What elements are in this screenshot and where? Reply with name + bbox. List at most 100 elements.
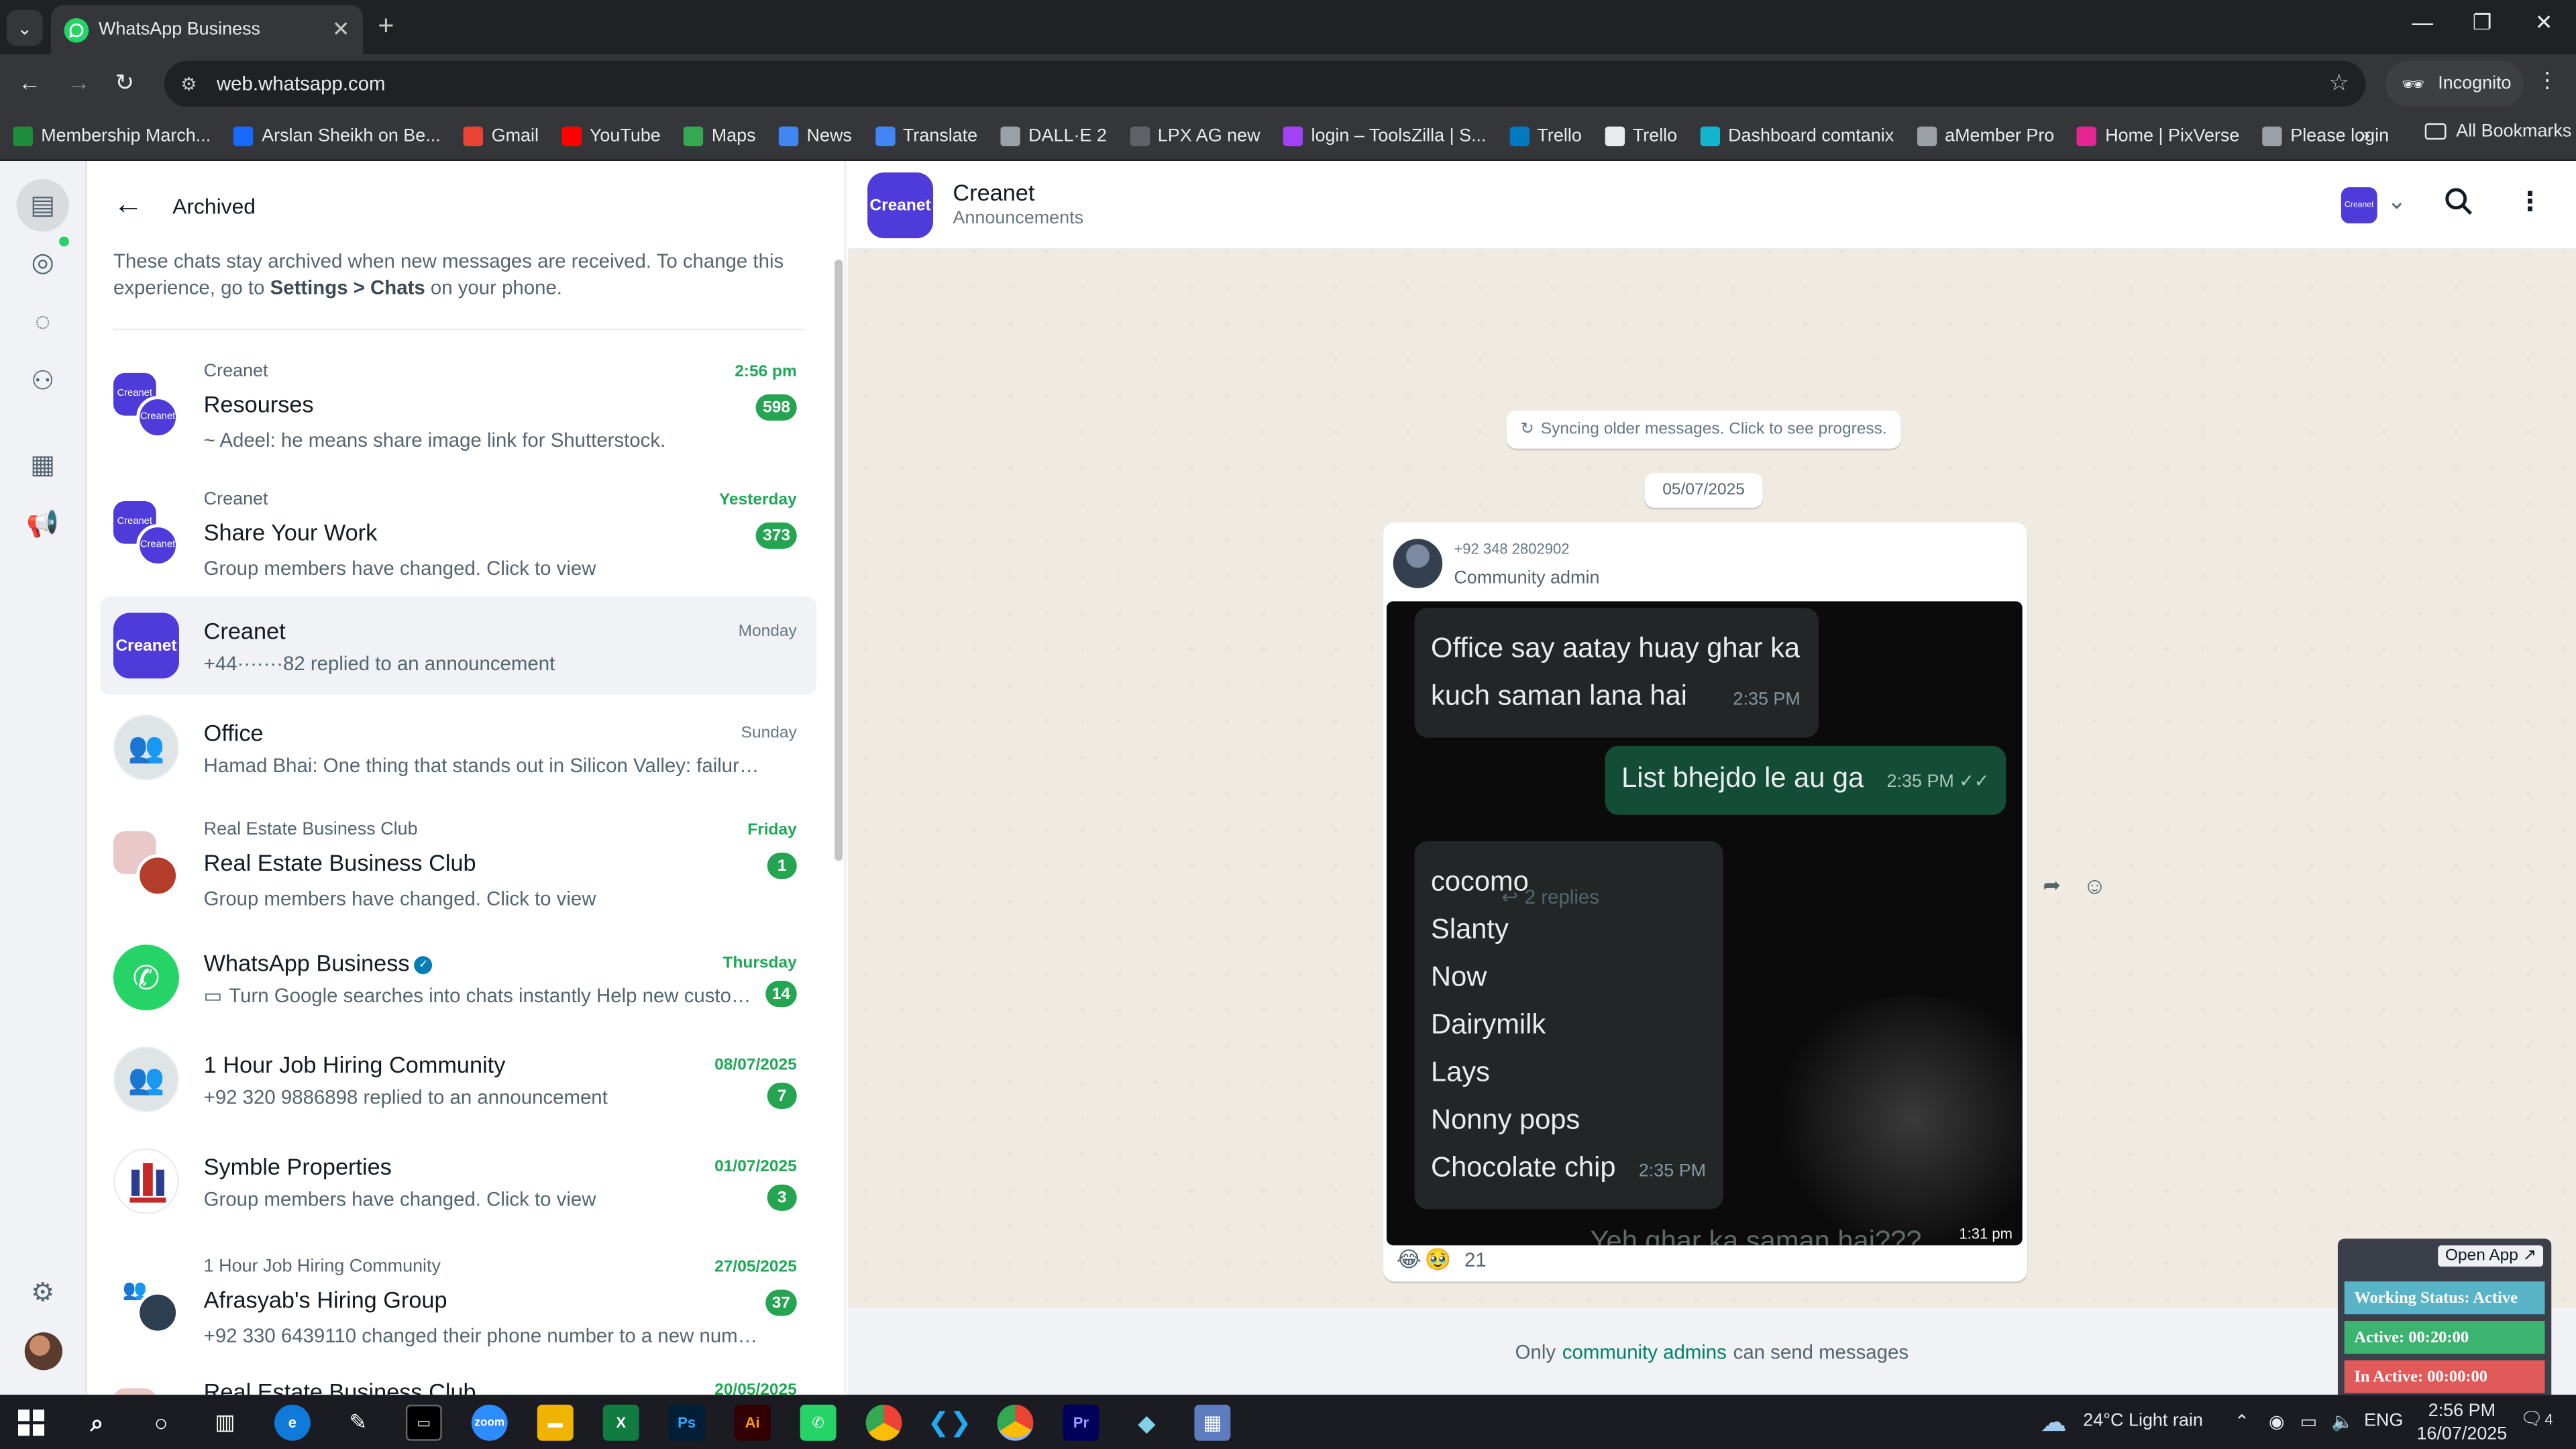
task-view-icon[interactable]: ▥ (207, 1405, 244, 1441)
excel-icon[interactable]: X (602, 1404, 639, 1441)
bookmark-item[interactable]: Trello (1605, 126, 1677, 146)
calculator-icon[interactable]: ▦ (1194, 1404, 1231, 1441)
restore-icon[interactable]: ❐ (2473, 10, 2492, 36)
incognito-icon: 🕶 (2402, 74, 2425, 95)
bookmark-item[interactable]: YouTube (561, 126, 661, 146)
bookmark-item[interactable]: LPX AG new (1130, 126, 1260, 146)
replies-link[interactable]: ↩ 2 replies (1501, 885, 1599, 908)
edge-icon[interactable]: e (274, 1404, 311, 1441)
chat-item-job-hiring-community[interactable]: 👥 1 Hour Job Hiring Community +92 320 98… (100, 1030, 816, 1129)
bookmark-item[interactable]: Dashboard comtanix (1700, 126, 1894, 146)
tab-close-icon[interactable]: ✕ (332, 16, 350, 42)
chevron-down-icon[interactable]: ⌄ (2387, 187, 2406, 215)
chat-item-real-estate[interactable]: Real Estate Business Club Real Estate Bu… (100, 815, 816, 914)
bookmark-item[interactable]: Arslan Sheikh on Be... (233, 126, 441, 146)
minimize-icon[interactable]: — (2412, 10, 2433, 35)
community-admins-link[interactable]: community admins (1562, 1340, 1727, 1362)
bookmarks-overflow-icon[interactable]: » (2359, 123, 2370, 146)
camera-icon[interactable]: ◉ (2269, 1411, 2285, 1432)
back-icon[interactable]: ← (18, 69, 41, 95)
site-info-icon[interactable]: ⚙ (180, 73, 197, 94)
windows-start-icon[interactable] (13, 1405, 50, 1441)
vscode-icon[interactable]: ❮❯ (928, 1405, 972, 1441)
chat-item-real-estate-2[interactable]: Real Estate Business Club 20/05/2025 (100, 1372, 816, 1395)
url-text: web.whatsapp.com (216, 72, 386, 96)
chrome-incognito-icon[interactable] (997, 1404, 1034, 1441)
bookmark-item[interactable]: Translate (875, 126, 977, 146)
tab-search-chevron-icon[interactable]: ⌄ (6, 9, 43, 46)
bookmark-item[interactable]: Gmail (463, 126, 539, 146)
bookmark-item[interactable]: Home | PixVerse (2077, 126, 2239, 146)
settings-icon[interactable]: ⚙ (25, 1275, 61, 1311)
illustrator-icon[interactable]: Ai (734, 1404, 771, 1441)
communities-icon[interactable]: ⚇ (25, 363, 61, 399)
premiere-icon[interactable]: Pr (1063, 1404, 1099, 1441)
sender-avatar[interactable] (1393, 539, 1443, 588)
menu-icon[interactable]: ⋮ (2517, 186, 2543, 219)
all-bookmarks-button[interactable]: All Bookmarks (2424, 121, 2571, 142)
forward-icon[interactable]: ➦ (2034, 867, 2070, 904)
chat-item-office[interactable]: 👥 Office Hamad Bhai: One thing that stan… (100, 698, 816, 797)
sync-notice[interactable]: ↻ Syncing older messages. Click to see pr… (1506, 411, 1901, 449)
clock[interactable]: 2:56 PM 16/07/2025 (2416, 1400, 2507, 1446)
browser-menu-icon[interactable]: ⋮ (2536, 67, 2558, 93)
bookmark-item[interactable]: aMember Pro (1917, 126, 2054, 146)
chat-item-whatsapp-business[interactable]: ✆ WhatsApp Business ✓ ▭ Turn Google search… (100, 928, 816, 1027)
chat-item-creanet[interactable]: Creanet Creanet +44·······82 replied to … (100, 596, 817, 695)
notifications-icon[interactable]: 🗨 4 (2520, 1408, 2553, 1429)
bookmark-item[interactable]: login – ToolsZilla | S... (1283, 126, 1487, 146)
chrome-icon[interactable] (865, 1404, 902, 1441)
status-icon[interactable]: ◎ (25, 245, 61, 281)
chat-item-resourses[interactable]: Creanet Creanet Creanet Resourses ~ Adeel… (100, 356, 816, 455)
bookmark-item[interactable]: Maps (684, 126, 756, 146)
chat-list-scrollbar[interactable] (835, 259, 843, 861)
conversation-avatar[interactable]: Creanet (867, 172, 934, 239)
volume-icon[interactable]: 🔈 (2331, 1411, 2354, 1432)
pen-icon[interactable]: ✎ (340, 1405, 376, 1441)
whatsapp-taskbar-icon[interactable]: ✆ (800, 1404, 837, 1441)
catalog-icon[interactable]: ▦ (25, 447, 61, 483)
bookmark-item[interactable]: DALL·E 2 (1000, 126, 1107, 146)
react-emoji-icon[interactable]: ☺ (2077, 867, 2113, 904)
incognito-badge[interactable]: 🕶 Incognito (2385, 60, 2524, 107)
reload-icon[interactable]: ↻ (115, 69, 134, 97)
file-explorer-icon[interactable]: ▬ (537, 1404, 574, 1441)
weather-text[interactable]: 24°C Light rain (2083, 1411, 2203, 1431)
tab-whatsapp[interactable]: WhatsApp Business ✕ (50, 5, 364, 54)
community-switch-avatar[interactable]: Creanet (2341, 187, 2377, 224)
chat-time: Sunday (741, 724, 797, 743)
window-close-icon[interactable]: ✕ (2535, 10, 2553, 36)
forward-icon[interactable]: → (67, 69, 90, 95)
chats-icon[interactable]: ▤ (16, 178, 69, 232)
conversation-header[interactable]: Creanet Creanet Announcements Creanet ⌄ … (847, 161, 2576, 250)
sender-number[interactable]: +92 348 2802902 (1454, 541, 1569, 557)
chat-item-symble-properties[interactable]: Symble Properties Group members have cha… (100, 1132, 816, 1230)
screenshot-image[interactable]: Office say aatay huay ghar ka kuch saman… (1386, 601, 2023, 1246)
bookmark-item[interactable]: Membership March... (13, 126, 211, 146)
back-arrow-icon[interactable]: ← (113, 187, 143, 221)
search-taskbar-icon[interactable]: ⌕ (79, 1405, 115, 1441)
bookmark-item[interactable]: News (778, 126, 852, 146)
app-diamond-icon[interactable]: ◆ (1128, 1405, 1165, 1441)
search-icon[interactable] (2443, 186, 2476, 219)
bookmark-star-icon[interactable]: ☆ (2328, 69, 2349, 97)
profile-avatar[interactable] (24, 1332, 63, 1371)
announcement-message[interactable]: +92 348 2802902 Community admin Office s… (1383, 522, 2028, 1282)
reactions[interactable]: 😂 🥹 21 (1397, 1247, 1487, 1273)
terminal-icon[interactable]: ▭ (405, 1404, 442, 1441)
tray-chevron-icon[interactable]: ⌃ (2235, 1411, 2250, 1432)
chat-item-afrasyab-hiring[interactable]: 👥 1 Hour Job Hiring Community Afrasyab's… (100, 1252, 816, 1350)
address-bar[interactable]: ⚙ web.whatsapp.com ☆ (164, 60, 2366, 107)
notification-count: 4 (2544, 1411, 2553, 1428)
advertise-icon[interactable]: 📢 (25, 506, 61, 542)
open-app-button[interactable]: Open App ↗ (2438, 1245, 2544, 1267)
zoom-icon[interactable]: zoom (471, 1404, 508, 1441)
network-icon[interactable]: ▭ (2300, 1411, 2317, 1432)
channels-icon[interactable]: ◌ (25, 306, 61, 342)
bookmark-item[interactable]: Trello (1509, 126, 1582, 146)
chat-item-share-your-work[interactable]: Creanet Creanet Creanet Share Your Work G… (100, 484, 816, 583)
cortana-icon[interactable]: ○ (143, 1405, 179, 1441)
photoshop-icon[interactable]: Ps (668, 1404, 705, 1441)
new-tab-icon[interactable]: + (378, 10, 394, 43)
language-indicator[interactable]: ENG (2364, 1411, 2403, 1431)
